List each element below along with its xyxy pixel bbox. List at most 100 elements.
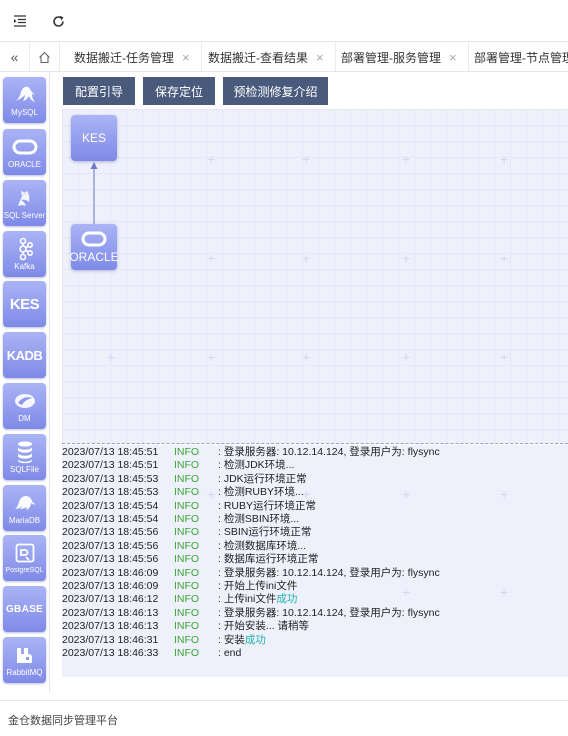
log-message: : 安装成功	[218, 634, 266, 647]
log-level: INFO	[174, 499, 200, 512]
palette-item-oracle[interactable]: ORACLE	[3, 129, 46, 175]
log-text: : 开始安装... 请稍等	[218, 620, 310, 633]
precheck-intro-button[interactable]: 预检测修复介绍	[223, 77, 328, 105]
palette-item-label: DM	[18, 414, 31, 423]
close-icon[interactable]: ×	[316, 51, 324, 64]
log-timestamp: 2023/07/13 18:45:53	[62, 472, 159, 485]
palette-item-kafka[interactable]: Kafka	[3, 231, 46, 277]
log-message: : 上传ini文件成功	[218, 593, 297, 606]
database-stack-icon	[16, 439, 34, 465]
log-text: : 检测数据库环境...	[218, 539, 307, 552]
tab-migration-result[interactable]: 数据搬迁-查看结果 ×	[196, 42, 336, 71]
close-icon[interactable]: ×	[449, 51, 457, 64]
tab-deploy-node[interactable]: 部署管理-节点管理	[462, 42, 568, 71]
log-level: INFO	[174, 593, 200, 606]
log-timestamp: 2023/07/13 18:45:51	[62, 459, 159, 472]
kes-logo: KES	[81, 131, 106, 145]
palette-item-label: ORACLE	[8, 160, 41, 169]
flow-node-kes[interactable]: KES	[71, 115, 117, 161]
log-timestamp: 2023/07/13 18:45:56	[62, 526, 159, 539]
tab-label: 数据搬迁-任务管理	[74, 50, 174, 65]
log-text: : RUBY运行环境正常	[218, 499, 317, 512]
oracle-ring-icon	[12, 134, 38, 160]
log-level: INFO	[174, 472, 200, 485]
palette-item-gbase[interactable]: GBASE	[3, 586, 46, 632]
palette-item-rabbitmq[interactable]: RabbitMQ	[3, 637, 46, 683]
palette-item-kadb[interactable]: KADB	[3, 332, 46, 378]
log-text: : JDK运行环境正常	[218, 472, 307, 485]
log-level: INFO	[174, 526, 200, 539]
log-timestamp: 2023/07/13 18:45:51	[62, 446, 159, 458]
log-text: : 上传ini文件	[218, 593, 277, 606]
palette-item-sqlserver[interactable]: SQL Server	[3, 180, 46, 226]
palette-item-mariadb[interactable]: MariaDB	[3, 485, 46, 531]
log-text: : end	[218, 647, 242, 659]
log-timestamp: 2023/07/13 18:46:13	[62, 606, 159, 619]
log-level: INFO	[174, 580, 200, 592]
palette-item-kes[interactable]: KES	[3, 281, 46, 327]
log-timestamp: 2023/07/13 18:46:33	[62, 647, 159, 659]
log-message: : end	[218, 647, 241, 660]
palette-item-label: SQL Server	[3, 211, 46, 220]
config-guide-button[interactable]: 配置引导	[63, 77, 135, 105]
refresh-icon[interactable]	[49, 12, 67, 30]
log-timestamp: 2023/07/13 18:46:12	[62, 593, 159, 606]
log-text: : 登录服务器: 10.12.14.124, 登录用户为: flysync	[218, 446, 440, 458]
footer: 金仓数据同步管理平台	[0, 700, 568, 736]
close-icon[interactable]: ×	[182, 51, 190, 64]
palette-item-sqlfile[interactable]: SQLFile	[3, 434, 46, 480]
pane-divider[interactable]	[62, 443, 568, 444]
log-message: : 登录服务器: 10.12.14.124, 登录用户为: flysync	[218, 567, 440, 580]
save-position-button[interactable]: 保存定位	[143, 77, 215, 105]
palette-item-label: Kafka	[14, 262, 35, 271]
log-text: : 登录服务器: 10.12.14.124, 登录用户为: flysync	[218, 566, 440, 579]
oracle-ring-icon	[81, 231, 107, 250]
palette-item-label: MariaDB	[8, 516, 41, 525]
palette-item-dm[interactable]: DM	[3, 383, 46, 429]
kafka-icon	[15, 236, 35, 262]
flow-canvas[interactable]: + + + + + + + + + + + + + KES ORACLE	[62, 109, 568, 444]
log-level: INFO	[174, 513, 200, 525]
log-text: : SBIN运行环境正常	[218, 526, 312, 539]
log-message: : SBIN运行环境正常	[218, 526, 311, 539]
node-label: ORACLE	[69, 249, 119, 264]
log-text: : 开始上传ini文件	[218, 580, 298, 592]
palette-item-postgresql[interactable]: PostgreSQL	[3, 535, 46, 581]
log-level: INFO	[174, 606, 200, 619]
log-message: : 登录服务器: 10.12.14.124, 登录用户为: flysync	[218, 607, 440, 620]
home-icon[interactable]	[30, 42, 60, 71]
log-text: : 登录服务器: 10.12.14.124, 登录用户为: flysync	[218, 606, 440, 619]
palette-item-mysql[interactable]: MySQL	[3, 77, 46, 123]
grid-plus-icon: +	[500, 486, 509, 502]
double-chevron-left-icon[interactable]: «	[0, 42, 30, 71]
log-text: : 检测RUBY环境...	[218, 486, 304, 499]
palette-item-label: PostgreSQL	[5, 567, 44, 574]
log-timestamp: 2023/07/13 18:46:31	[62, 633, 159, 646]
log-level: INFO	[174, 459, 200, 472]
log-text: : 检测SBIN环境...	[218, 513, 300, 525]
log-level: INFO	[174, 539, 200, 552]
log-text: : 检测JDK环境...	[218, 459, 295, 472]
log-timestamp: 2023/07/13 18:45:56	[62, 553, 159, 566]
dm-icon	[12, 388, 38, 414]
kes-logo: KES	[9, 295, 40, 313]
grid-plus-icon: +	[207, 486, 216, 502]
palette-item-label: MySQL	[11, 108, 38, 117]
log-message: : RUBY运行环境正常	[218, 500, 316, 513]
log-timestamp: 2023/07/13 18:45:54	[62, 499, 159, 512]
postgres-icon	[14, 540, 36, 566]
tab-migration-task[interactable]: 数据搬迁-任务管理 ×	[62, 42, 202, 71]
source-palette: MySQL ORACLE SQL Server Kafka KES KADB D…	[0, 72, 50, 692]
kadb-logo: KADB	[6, 347, 43, 363]
indent-icon[interactable]	[11, 12, 29, 30]
tab-label: 数据搬迁-查看结果	[208, 50, 308, 65]
log-message: : 开始上传ini文件	[218, 580, 297, 593]
seal-icon	[12, 490, 38, 516]
top-toolbar	[0, 0, 568, 42]
grid-plus-icon: +	[402, 584, 411, 600]
flow-node-oracle[interactable]: ORACLE	[69, 224, 119, 270]
tab-deploy-service[interactable]: 部署管理-服务管理 ×	[329, 42, 469, 71]
log-level: INFO	[174, 446, 200, 458]
rabbitmq-icon	[15, 642, 35, 668]
palette-item-label: SQLFile	[10, 465, 39, 474]
